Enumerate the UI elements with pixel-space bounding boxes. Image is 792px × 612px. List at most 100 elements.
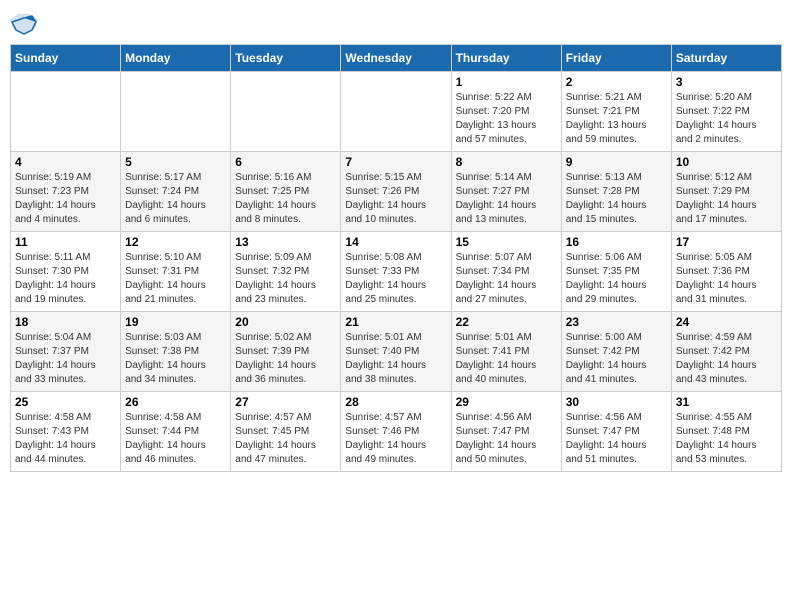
- calendar-body: 1Sunrise: 5:22 AM Sunset: 7:20 PM Daylig…: [11, 72, 782, 472]
- day-cell-3: 3 Sunrise: 5:20 AM Sunset: 7:22 PM Daylig…: [671, 72, 781, 152]
- day-cell-empty: [11, 72, 121, 152]
- day-info: Sunrise: 5:15 AM Sunset: 7:26 PM Dayligh…: [345, 171, 446, 227]
- day-number: 27: [235, 395, 336, 409]
- day-cell-empty: [231, 72, 341, 152]
- day-info: Sunrise: 5:03 AM Sunset: 7:38 PM Dayligh…: [125, 331, 226, 387]
- day-cell-7: 7 Sunrise: 5:15 AM Sunset: 7:26 PM Daylig…: [341, 152, 451, 232]
- day-cell-23: 23 Sunrise: 5:00 AM Sunset: 7:42 PM Dayli…: [561, 312, 671, 392]
- day-number: 15: [456, 235, 557, 249]
- day-cell-21: 21Sunrise: 5:01 AM Sunset: 7:40 PM Dayli…: [341, 312, 451, 392]
- day-number: 20: [235, 315, 336, 329]
- day-number: 29: [456, 395, 557, 409]
- day-cell-1: 1Sunrise: 5:22 AM Sunset: 7:20 PM Daylig…: [451, 72, 561, 152]
- day-number: 5: [125, 155, 226, 169]
- day-cell-25: 25 Sunrise: 4:58 AM Sunset: 7:43 PM Dayli…: [11, 392, 121, 472]
- day-cell-14: 14 Sunrise: 5:08 AM Sunset: 7:33 PM Dayli…: [341, 232, 451, 312]
- day-cell-26: 26 Sunrise: 4:58 AM Sunset: 7:44 PM Dayli…: [121, 392, 231, 472]
- day-cell-19: 19 Sunrise: 5:03 AM Sunset: 7:38 PM Dayli…: [121, 312, 231, 392]
- week-row-2: 4Sunrise: 5:19 AM Sunset: 7:23 PM Daylig…: [11, 152, 782, 232]
- day-cell-2: 2 Sunrise: 5:21 AM Sunset: 7:21 PM Daylig…: [561, 72, 671, 152]
- weekday-header-monday: Monday: [121, 45, 231, 72]
- day-info: Sunrise: 4:55 AM Sunset: 7:48 PM Dayligh…: [676, 411, 777, 467]
- day-cell-22: 22 Sunrise: 5:01 AM Sunset: 7:41 PM Dayli…: [451, 312, 561, 392]
- day-number: 9: [566, 155, 667, 169]
- day-number: 1: [456, 75, 557, 89]
- day-cell-6: 6 Sunrise: 5:16 AM Sunset: 7:25 PM Daylig…: [231, 152, 341, 232]
- week-row-4: 18Sunrise: 5:04 AM Sunset: 7:37 PM Dayli…: [11, 312, 782, 392]
- day-info: Sunrise: 5:21 AM Sunset: 7:21 PM Dayligh…: [566, 91, 667, 147]
- day-cell-11: 11Sunrise: 5:11 AM Sunset: 7:30 PM Dayli…: [11, 232, 121, 312]
- weekday-header-tuesday: Tuesday: [231, 45, 341, 72]
- day-info: Sunrise: 5:06 AM Sunset: 7:35 PM Dayligh…: [566, 251, 667, 307]
- day-cell-17: 17 Sunrise: 5:05 AM Sunset: 7:36 PM Dayli…: [671, 232, 781, 312]
- day-number: 2: [566, 75, 667, 89]
- day-cell-10: 10 Sunrise: 5:12 AM Sunset: 7:29 PM Dayli…: [671, 152, 781, 232]
- day-info: Sunrise: 5:10 AM Sunset: 7:31 PM Dayligh…: [125, 251, 226, 307]
- day-number: 25: [15, 395, 116, 409]
- day-cell-13: 13 Sunrise: 5:09 AM Sunset: 7:32 PM Dayli…: [231, 232, 341, 312]
- day-cell-empty: [121, 72, 231, 152]
- weekday-header-saturday: Saturday: [671, 45, 781, 72]
- day-info: Sunrise: 5:13 AM Sunset: 7:28 PM Dayligh…: [566, 171, 667, 227]
- day-cell-18: 18Sunrise: 5:04 AM Sunset: 7:37 PM Dayli…: [11, 312, 121, 392]
- weekday-header-sunday: Sunday: [11, 45, 121, 72]
- weekday-header-wednesday: Wednesday: [341, 45, 451, 72]
- logo: [10, 10, 42, 38]
- day-cell-28: 28 Sunrise: 4:57 AM Sunset: 7:46 PM Dayli…: [341, 392, 451, 472]
- day-cell-12: 12 Sunrise: 5:10 AM Sunset: 7:31 PM Dayli…: [121, 232, 231, 312]
- week-row-5: 25 Sunrise: 4:58 AM Sunset: 7:43 PM Dayli…: [11, 392, 782, 472]
- day-number: 12: [125, 235, 226, 249]
- day-number: 6: [235, 155, 336, 169]
- day-info: Sunrise: 4:59 AM Sunset: 7:42 PM Dayligh…: [676, 331, 777, 387]
- day-number: 30: [566, 395, 667, 409]
- day-info: Sunrise: 4:56 AM Sunset: 7:47 PM Dayligh…: [456, 411, 557, 467]
- day-cell-4: 4Sunrise: 5:19 AM Sunset: 7:23 PM Daylig…: [11, 152, 121, 232]
- day-cell-16: 16Sunrise: 5:06 AM Sunset: 7:35 PM Dayli…: [561, 232, 671, 312]
- day-cell-empty: [341, 72, 451, 152]
- day-number: 8: [456, 155, 557, 169]
- day-number: 11: [15, 235, 116, 249]
- day-info: Sunrise: 5:20 AM Sunset: 7:22 PM Dayligh…: [676, 91, 777, 147]
- day-number: 26: [125, 395, 226, 409]
- day-cell-24: 24 Sunrise: 4:59 AM Sunset: 7:42 PM Dayli…: [671, 312, 781, 392]
- day-number: 24: [676, 315, 777, 329]
- day-cell-9: 9 Sunrise: 5:13 AM Sunset: 7:28 PM Daylig…: [561, 152, 671, 232]
- day-info: Sunrise: 5:14 AM Sunset: 7:27 PM Dayligh…: [456, 171, 557, 227]
- day-info: Sunrise: 5:17 AM Sunset: 7:24 PM Dayligh…: [125, 171, 226, 227]
- day-number: 19: [125, 315, 226, 329]
- weekday-header-thursday: Thursday: [451, 45, 561, 72]
- day-info: Sunrise: 5:05 AM Sunset: 7:36 PM Dayligh…: [676, 251, 777, 307]
- day-info: Sunrise: 5:01 AM Sunset: 7:41 PM Dayligh…: [456, 331, 557, 387]
- day-info: Sunrise: 4:58 AM Sunset: 7:44 PM Dayligh…: [125, 411, 226, 467]
- day-cell-30: 30 Sunrise: 4:56 AM Sunset: 7:47 PM Dayli…: [561, 392, 671, 472]
- day-number: 7: [345, 155, 446, 169]
- day-info: Sunrise: 5:07 AM Sunset: 7:34 PM Dayligh…: [456, 251, 557, 307]
- day-number: 22: [456, 315, 557, 329]
- day-cell-31: 31Sunrise: 4:55 AM Sunset: 7:48 PM Dayli…: [671, 392, 781, 472]
- day-number: 14: [345, 235, 446, 249]
- header: [10, 10, 782, 38]
- day-info: Sunrise: 5:12 AM Sunset: 7:29 PM Dayligh…: [676, 171, 777, 227]
- day-info: Sunrise: 5:16 AM Sunset: 7:25 PM Dayligh…: [235, 171, 336, 227]
- day-cell-29: 29 Sunrise: 4:56 AM Sunset: 7:47 PM Dayli…: [451, 392, 561, 472]
- day-info: Sunrise: 5:19 AM Sunset: 7:23 PM Dayligh…: [15, 171, 116, 227]
- week-row-1: 1Sunrise: 5:22 AM Sunset: 7:20 PM Daylig…: [11, 72, 782, 152]
- day-number: 13: [235, 235, 336, 249]
- day-cell-5: 5 Sunrise: 5:17 AM Sunset: 7:24 PM Daylig…: [121, 152, 231, 232]
- day-number: 28: [345, 395, 446, 409]
- day-number: 23: [566, 315, 667, 329]
- day-info: Sunrise: 4:56 AM Sunset: 7:47 PM Dayligh…: [566, 411, 667, 467]
- day-number: 3: [676, 75, 777, 89]
- day-info: Sunrise: 5:00 AM Sunset: 7:42 PM Dayligh…: [566, 331, 667, 387]
- day-info: Sunrise: 5:08 AM Sunset: 7:33 PM Dayligh…: [345, 251, 446, 307]
- day-number: 10: [676, 155, 777, 169]
- day-info: Sunrise: 5:09 AM Sunset: 7:32 PM Dayligh…: [235, 251, 336, 307]
- day-info: Sunrise: 4:58 AM Sunset: 7:43 PM Dayligh…: [15, 411, 116, 467]
- logo-icon: [10, 10, 38, 38]
- day-cell-15: 15 Sunrise: 5:07 AM Sunset: 7:34 PM Dayli…: [451, 232, 561, 312]
- day-info: Sunrise: 4:57 AM Sunset: 7:46 PM Dayligh…: [345, 411, 446, 467]
- day-number: 18: [15, 315, 116, 329]
- day-number: 17: [676, 235, 777, 249]
- day-info: Sunrise: 5:01 AM Sunset: 7:40 PM Dayligh…: [345, 331, 446, 387]
- weekday-header-row: SundayMondayTuesdayWednesdayThursdayFrid…: [11, 45, 782, 72]
